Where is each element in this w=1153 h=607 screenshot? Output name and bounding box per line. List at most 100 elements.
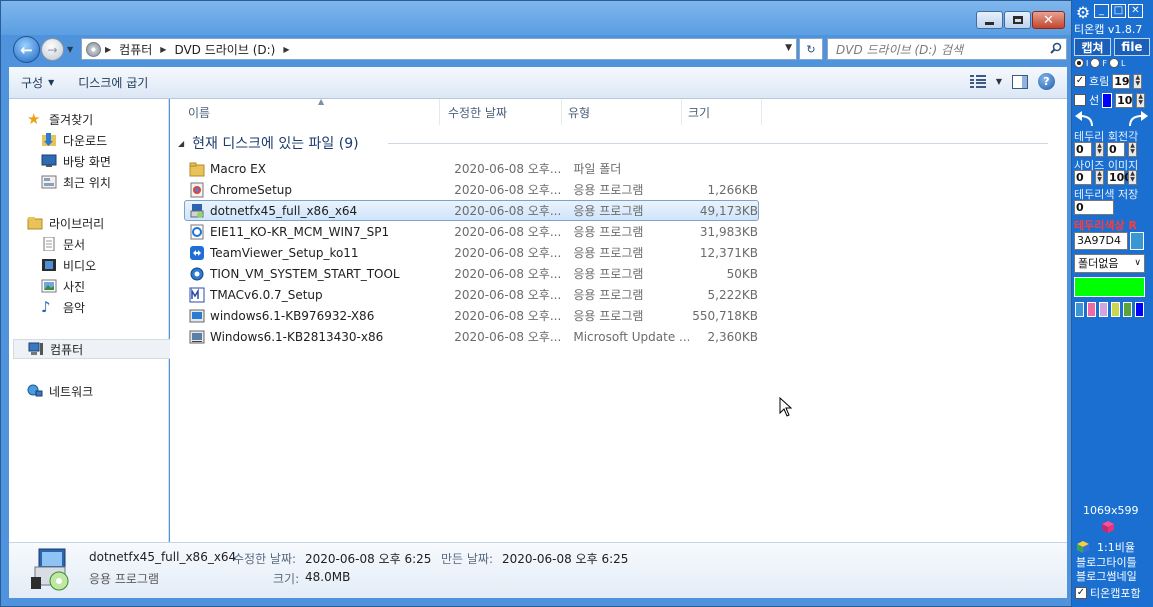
file-size: 50KB (726, 266, 758, 281)
blur-row: ✓ 흐림 19 ▲ ▼ (1074, 73, 1143, 89)
radio-mode-l[interactable] (1108, 58, 1119, 68)
nav-desktop-label: 바탕 화면 (63, 154, 111, 169)
collapse-group-icon[interactable]: ◢ (178, 139, 184, 148)
color-swatch-6[interactable] (1135, 302, 1144, 317)
panel-maximize-button[interactable]: □ (1111, 4, 1126, 18)
radio-mode-i[interactable] (1074, 58, 1084, 68)
column-header-type[interactable]: 유형 (562, 99, 682, 125)
recent-pages-dropdown[interactable]: ▼ (67, 45, 73, 54)
rotate-b-input[interactable]: 0 (1107, 142, 1125, 157)
chevron-right-icon[interactable]: ▶ (160, 45, 166, 54)
mode-radio-group: I F L (1074, 58, 1125, 68)
column-header-name[interactable]: 이름 ▲ (182, 97, 440, 125)
file-row[interactable]: dotnetfx45_full_x86_x64 2020-06-08 오후... 응… (184, 200, 759, 221)
blog-thumbnail-button[interactable]: 블로그썸네일 (1076, 568, 1137, 584)
file-row[interactable]: windows6.1-KB976932-X86 2020-06-08 오후... 응… (184, 305, 759, 326)
file-row[interactable]: ChromeSetup 2020-06-08 오후... 응용 프로그램 1,266K… (184, 179, 759, 200)
details-modified-label: 수정한 날짜: (233, 552, 297, 566)
file-name: windows6.1-KB976932-X86 (210, 308, 375, 323)
file-row[interactable]: TMACv6.0.7_Setup 2020-06-08 오후... 응용 프로그램 5… (184, 284, 759, 305)
undo-icon[interactable] (1075, 111, 1093, 127)
nav-favorites[interactable]: ★ 즐겨찾기 (27, 109, 185, 129)
column-header-size[interactable]: 크기 (682, 99, 762, 125)
color-swatch-2[interactable] (1087, 302, 1096, 317)
file-row[interactable]: TION_VM_SYSTEM_START_TOOL 2020-06-08 오후..… (184, 263, 759, 284)
burn-to-disc-button[interactable]: 디스크에 굽기 (66, 70, 160, 96)
blur-spinner[interactable]: ▲ ▼ (1133, 73, 1143, 89)
address-dropdown-icon[interactable]: ▼ (785, 43, 792, 53)
color-swatch-5[interactable] (1123, 302, 1132, 317)
radio-mode-f[interactable] (1090, 58, 1101, 68)
capture-button[interactable]: 캡쳐 (1074, 38, 1111, 56)
hex-color-swatch[interactable] (1130, 232, 1144, 250)
file-row[interactable]: TeamViewer_Setup_ko11 2020-06-08 오후... 응용 … (184, 242, 759, 263)
command-toolbar: 구성 ▼ 디스크에 굽기 ▼ ? (9, 67, 1067, 99)
rotate-a-input[interactable]: 0 (1074, 142, 1092, 157)
line-spinner[interactable]: ▲ ▼ (1136, 92, 1146, 108)
size-b-input[interactable]: 100 (1107, 170, 1132, 185)
save-value-input[interactable]: 0 (1074, 200, 1114, 215)
preview-pane-icon[interactable] (1012, 74, 1028, 89)
breadcrumb-computer[interactable]: 컴퓨터 (119, 41, 152, 58)
nav-network[interactable]: 네트워크 (27, 381, 185, 401)
maximize-button[interactable] (1004, 11, 1031, 29)
change-view-icon[interactable] (969, 75, 986, 88)
file-row[interactable]: Macro EX 2020-06-08 오후... 파일 폴더 (184, 158, 759, 179)
include-checkbox[interactable]: ✓ (1075, 587, 1087, 599)
recent-places-icon (41, 175, 57, 189)
chevron-right-icon[interactable]: ▶ (283, 45, 289, 54)
size-a-spinner[interactable]: ▲ ▼ (1095, 170, 1104, 185)
file-date: 2020-06-08 오후... (454, 288, 562, 302)
search-input[interactable]: DVD 드라이브 (D:) 검색 (827, 38, 1067, 60)
hex-color-input[interactable]: 3A97D4 (1074, 232, 1128, 250)
folder-select[interactable]: 폴더없음 ∨ (1074, 254, 1145, 273)
file-button[interactable]: file (1114, 38, 1150, 56)
minimize-button[interactable] (976, 11, 1003, 29)
nav-computer[interactable]: 컴퓨터 (13, 339, 171, 359)
file-date: 2020-06-08 오후... (454, 225, 562, 239)
blur-value-input[interactable]: 19 (1112, 73, 1131, 89)
nav-libraries[interactable]: 라이브러리 (27, 213, 185, 233)
back-button[interactable]: ← (13, 36, 40, 63)
column-name-label: 이름 (188, 105, 211, 120)
group-title: 현재 디스크에 있는 파일 (9) (192, 136, 359, 152)
file-row[interactable]: Windows6.1-KB2813430-x86 2020-06-08 오후...… (184, 326, 759, 347)
line-checkbox[interactable] (1074, 94, 1086, 106)
close-icon: ✕ (1043, 12, 1054, 28)
file-type: 파일 폴더 (573, 162, 622, 176)
refresh-button[interactable]: ↻ (799, 38, 823, 60)
help-icon[interactable]: ? (1038, 73, 1055, 90)
breadcrumb-dvd-drive[interactable]: DVD 드라이브 (D:) (174, 41, 275, 58)
file-size: 31,983KB (699, 224, 758, 239)
size-a-input[interactable]: 0 (1074, 170, 1092, 185)
chevron-right-icon[interactable]: ▶ (105, 45, 111, 54)
close-button[interactable]: ✕ (1032, 11, 1065, 29)
file-row[interactable]: EIE11_KO-KR_MCM_WIN7_SP1 2020-06-08 오후...… (184, 221, 759, 242)
panel-close-button[interactable]: ✕ (1128, 4, 1143, 18)
group-header[interactable]: ◢ 현재 디스크에 있는 파일 (9) (178, 133, 359, 153)
size-b-spinner[interactable]: ▲ ▼ (1128, 170, 1137, 185)
organize-menu[interactable]: 구성 ▼ (9, 70, 66, 96)
column-header-modified[interactable]: 수정한 날짜 (442, 99, 562, 125)
explorer-window: ✕ ← → ▼ ▶ 컴퓨터 ▶ DVD 드라이브 (D:) ▶ ▼ ↻ DVD … (0, 0, 1072, 607)
blur-checkbox[interactable]: ✓ (1074, 75, 1086, 87)
line-value-input[interactable]: 10 (1115, 92, 1134, 108)
color-swatch-1[interactable] (1075, 302, 1084, 317)
installer-icon (190, 203, 204, 218)
network-icon (27, 384, 43, 397)
redo-icon[interactable] (1129, 111, 1148, 127)
address-bar[interactable]: ▶ 컴퓨터 ▶ DVD 드라이브 (D:) ▶ ▼ (81, 38, 797, 60)
forward-button[interactable]: → (41, 38, 64, 61)
ratio-row[interactable]: 1:1비율 (1077, 539, 1135, 555)
view-dropdown-icon[interactable]: ▼ (996, 77, 1002, 86)
color-swatch-3[interactable] (1099, 302, 1108, 317)
rotate-a-spinner[interactable]: ▲ ▼ (1095, 142, 1104, 157)
nav-network-label: 네트워크 (49, 384, 94, 399)
color-preview-swatch[interactable] (1074, 277, 1145, 297)
rotate-b-spinner[interactable]: ▲ ▼ (1128, 142, 1137, 157)
line-color-swatch[interactable] (1102, 92, 1113, 108)
folder-select-value: 폴더없음 (1078, 257, 1119, 270)
gear-icon[interactable]: ⚙ (1074, 4, 1092, 22)
color-swatch-4[interactable] (1111, 302, 1120, 317)
panel-minimize-button[interactable]: _ (1094, 4, 1109, 18)
